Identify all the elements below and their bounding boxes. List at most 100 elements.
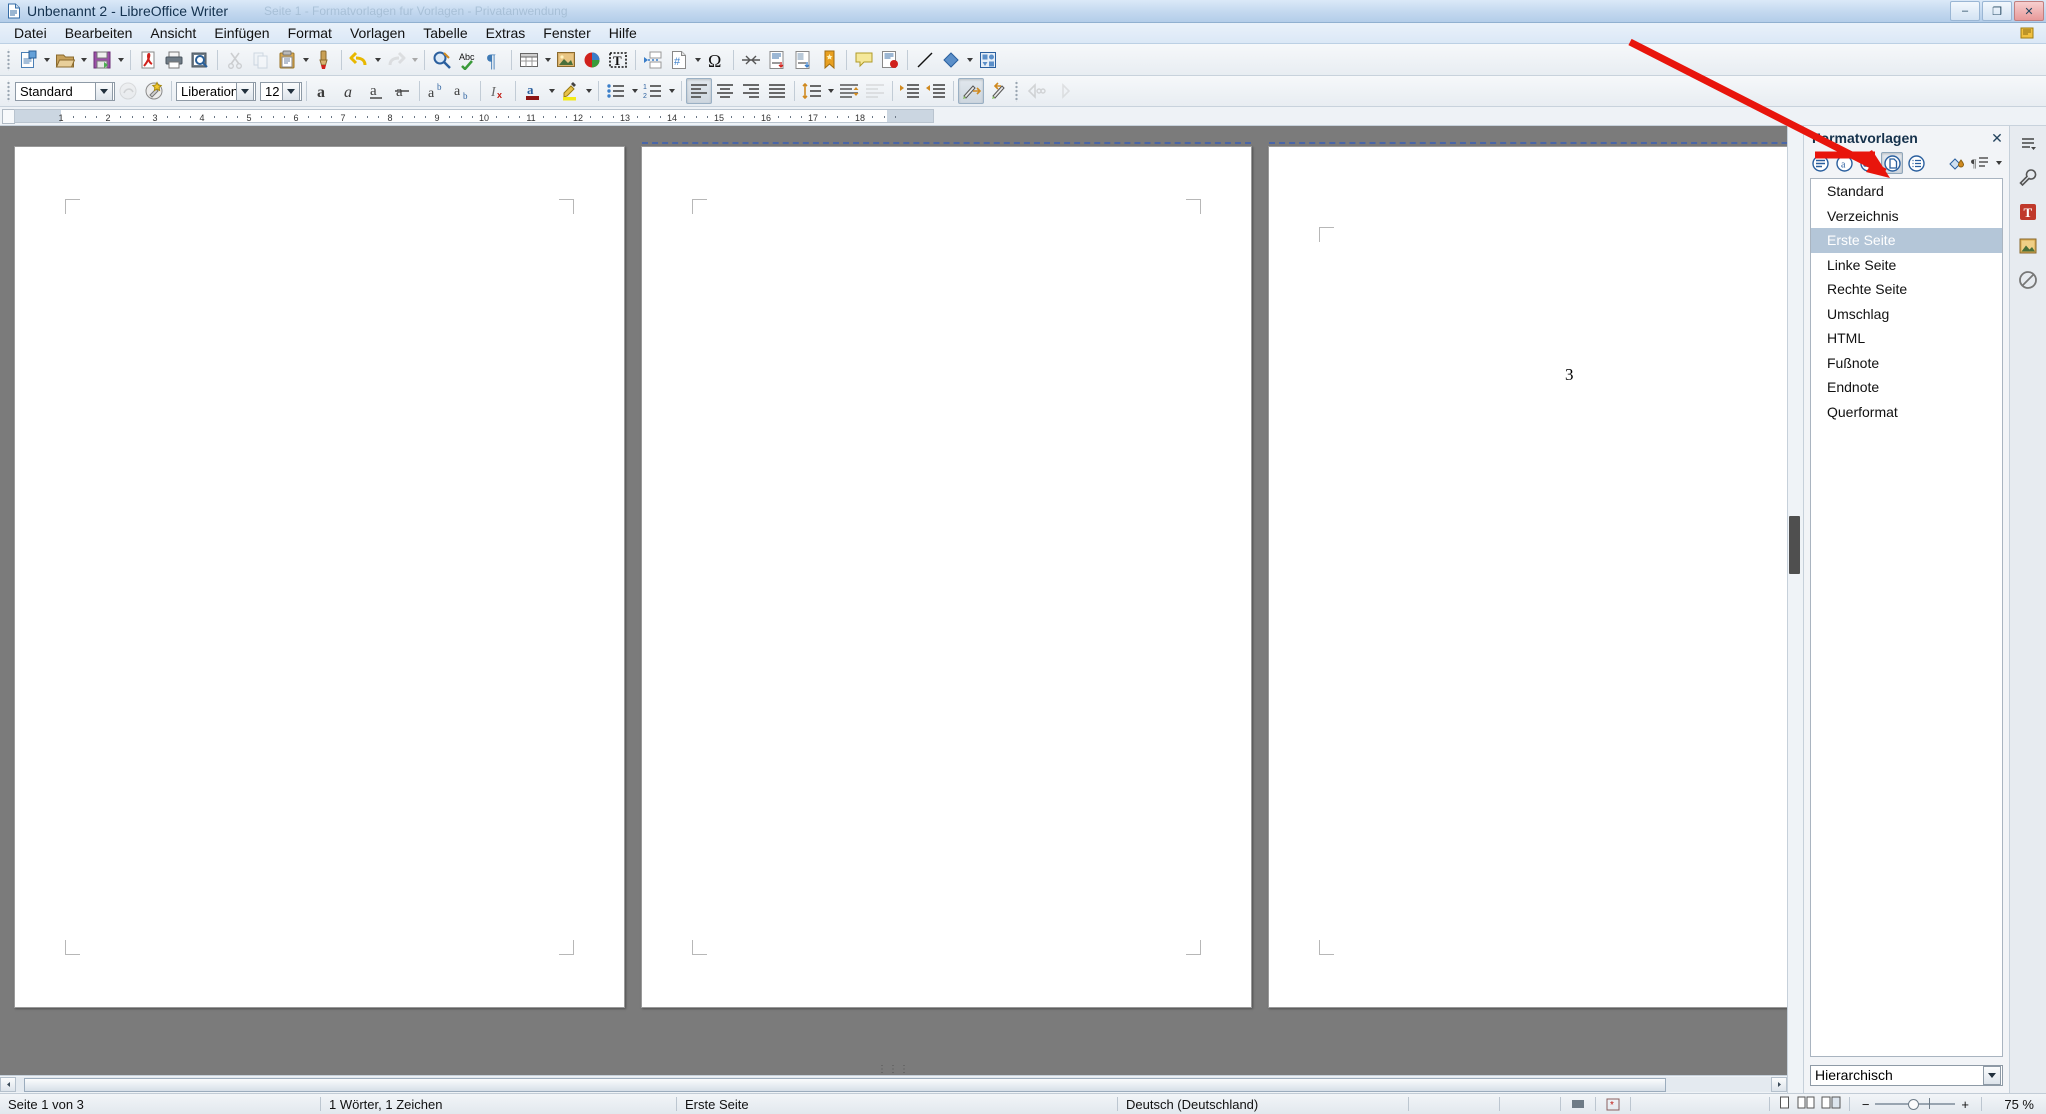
- superscript-icon[interactable]: ab: [424, 78, 450, 104]
- status-insert-mode[interactable]: [1409, 1094, 1499, 1114]
- menu-format[interactable]: Format: [279, 23, 341, 43]
- menu-tabelle[interactable]: Tabelle: [414, 23, 476, 43]
- insert-field-icon[interactable]: #: [666, 47, 692, 73]
- strikethrough-icon[interactable]: a: [389, 78, 415, 104]
- paragraph-styles-icon[interactable]: [1809, 152, 1831, 174]
- menu-bearbeiten[interactable]: Bearbeiten: [56, 23, 142, 43]
- find-replace-icon[interactable]: [429, 47, 455, 73]
- status-page-style[interactable]: Erste Seite: [677, 1094, 1117, 1114]
- nav-next-icon[interactable]: [1049, 78, 1075, 104]
- book-view-icon[interactable]: [1821, 1096, 1841, 1112]
- horizontal-ruler[interactable]: 1 2 3 4 5 6 7 8 9 10 11 12 13 14 15 16 17 18: [14, 109, 934, 123]
- menu-ansicht[interactable]: Ansicht: [141, 23, 205, 43]
- style-item-html[interactable]: HTML: [1811, 326, 2002, 351]
- style-item-standard[interactable]: Standard: [1811, 179, 2002, 204]
- increase-paragraph-spacing-icon[interactable]: [836, 78, 862, 104]
- styles-deck-icon[interactable]: T: [2014, 198, 2042, 226]
- unordered-list-dropdown-arrow[interactable]: [629, 79, 640, 103]
- signature-icon[interactable]: *: [1596, 1094, 1630, 1114]
- menu-einfuegen[interactable]: Einfügen: [205, 23, 278, 43]
- single-page-view-icon[interactable]: [1778, 1096, 1791, 1112]
- style-item-rechte-seite[interactable]: Rechte Seite: [1811, 277, 2002, 302]
- vertical-scrollbar[interactable]: [1787, 126, 1803, 1093]
- update-style-icon[interactable]: [115, 78, 141, 104]
- font-color-icon[interactable]: a: [520, 78, 546, 104]
- insert-comment-icon[interactable]: [851, 47, 877, 73]
- menu-extras[interactable]: Extras: [477, 23, 535, 43]
- frame-styles-icon[interactable]: [1857, 152, 1879, 174]
- nav-previous-icon[interactable]: [1023, 78, 1049, 104]
- document-modified-icon[interactable]: [1561, 1094, 1595, 1114]
- decrease-indent-icon[interactable]: [923, 78, 949, 104]
- paragraph-style-dropdown-arrow[interactable]: [95, 81, 113, 101]
- status-selection-mode[interactable]: [1500, 1094, 1560, 1114]
- print-preview-icon[interactable]: [187, 47, 213, 73]
- navigator-deck-icon[interactable]: [2014, 266, 2042, 294]
- toolbar-grip[interactable]: [5, 48, 12, 71]
- insert-bookmark-icon[interactable]: [816, 47, 842, 73]
- new-style-icon[interactable]: [141, 78, 167, 104]
- gallery-deck-icon[interactable]: [2014, 232, 2042, 260]
- insert-table-icon[interactable]: [516, 47, 542, 73]
- clone-formatting-icon[interactable]: [311, 47, 337, 73]
- insert-table-dropdown-arrow[interactable]: [542, 48, 553, 72]
- sidebar-settings-icon[interactable]: [2014, 130, 2042, 158]
- toolbar-grip[interactable]: [1013, 80, 1020, 102]
- horizontal-scroll-track[interactable]: [16, 1077, 1771, 1092]
- insert-chart-icon[interactable]: [579, 47, 605, 73]
- cut-icon[interactable]: [222, 47, 248, 73]
- align-right-icon[interactable]: [738, 78, 764, 104]
- zoom-level-value[interactable]: 75 %: [1982, 1094, 2046, 1114]
- increase-indent-icon[interactable]: [897, 78, 923, 104]
- menu-datei[interactable]: Datei: [5, 23, 56, 43]
- multi-page-view-icon[interactable]: [1797, 1096, 1815, 1112]
- style-item-endnote[interactable]: Endnote: [1811, 375, 2002, 400]
- insert-image-icon[interactable]: [553, 47, 579, 73]
- zoom-slider-track[interactable]: [1875, 1098, 1956, 1110]
- paragraph-style-combo[interactable]: Standard: [15, 81, 115, 101]
- subscript-icon[interactable]: ab: [450, 78, 476, 104]
- copy-icon[interactable]: [248, 47, 274, 73]
- minimize-button[interactable]: –: [1950, 1, 1980, 21]
- page-styles-icon[interactable]: [1881, 152, 1903, 174]
- formatting-pen-forward-icon[interactable]: [958, 78, 984, 104]
- status-page-info[interactable]: Seite 1 von 3: [0, 1094, 320, 1114]
- export-pdf-icon[interactable]: [135, 47, 161, 73]
- style-filter-dropdown-arrow[interactable]: [1983, 1065, 2001, 1085]
- redo-icon[interactable]: [383, 47, 409, 73]
- align-center-icon[interactable]: [712, 78, 738, 104]
- horizontal-scrollbar[interactable]: [0, 1075, 1787, 1093]
- style-list[interactable]: Standard Verzeichnis Erste Seite Linke S…: [1810, 178, 2003, 1057]
- new-document-dropdown-arrow[interactable]: [41, 48, 52, 72]
- font-size-dropdown-arrow[interactable]: [282, 81, 300, 101]
- paste-dropdown-arrow[interactable]: [300, 48, 311, 72]
- close-icon[interactable]: ✕: [1989, 130, 2005, 146]
- decrease-paragraph-spacing-icon[interactable]: [862, 78, 888, 104]
- new-style-dropdown-arrow[interactable]: [1993, 151, 2004, 175]
- basic-shapes-dropdown-arrow[interactable]: [964, 48, 975, 72]
- font-size-combo[interactable]: 12: [260, 81, 302, 101]
- paste-icon[interactable]: [274, 47, 300, 73]
- page-break-icon[interactable]: [640, 47, 666, 73]
- ordered-list-dropdown-arrow[interactable]: [666, 79, 677, 103]
- style-filter-combo[interactable]: Hierarchisch: [1810, 1064, 2003, 1086]
- page-1[interactable]: [14, 146, 625, 1008]
- undo-icon[interactable]: [346, 47, 372, 73]
- style-item-verzeichnis[interactable]: Verzeichnis: [1811, 204, 2002, 229]
- redo-dropdown-arrow[interactable]: [409, 48, 420, 72]
- open-document-dropdown-arrow[interactable]: [78, 48, 89, 72]
- insert-section-icon[interactable]: [738, 47, 764, 73]
- style-item-linke-seite[interactable]: Linke Seite: [1811, 253, 2002, 278]
- align-left-icon[interactable]: [686, 78, 712, 104]
- print-icon[interactable]: [161, 47, 187, 73]
- fill-format-mode-icon[interactable]: [1945, 152, 1967, 174]
- style-item-umschlag[interactable]: Umschlag: [1811, 302, 2002, 327]
- status-language[interactable]: Deutsch (Deutschland): [1118, 1094, 1408, 1114]
- line-spacing-icon[interactable]: [799, 78, 825, 104]
- highlighting-icon[interactable]: [557, 78, 583, 104]
- bold-icon[interactable]: a: [311, 78, 337, 104]
- italic-icon[interactable]: a: [337, 78, 363, 104]
- font-name-combo[interactable]: Liberation Serif: [176, 81, 256, 101]
- save-document-dropdown-arrow[interactable]: [115, 48, 126, 72]
- insert-line-icon[interactable]: [912, 47, 938, 73]
